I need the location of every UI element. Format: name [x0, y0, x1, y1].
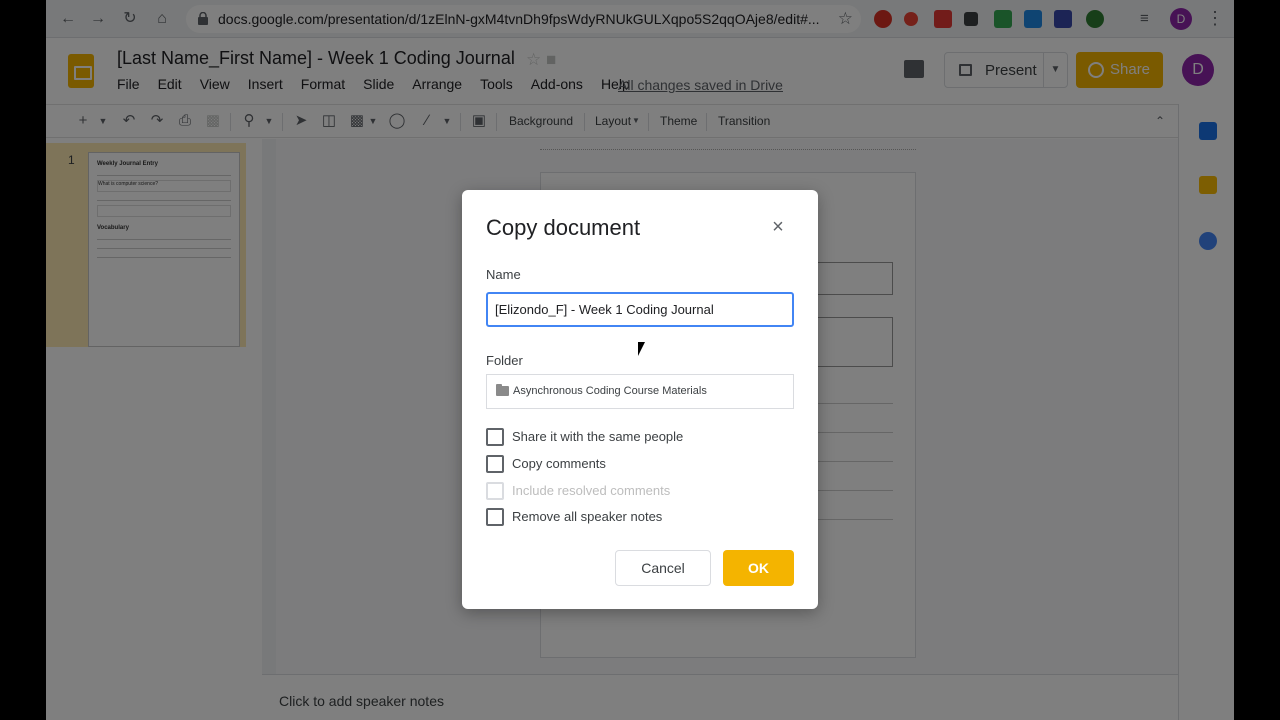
- cancel-button[interactable]: Cancel: [615, 550, 711, 586]
- share-checkbox[interactable]: [486, 428, 504, 446]
- dialog-title: Copy document: [486, 215, 641, 240]
- resolved-comments-checkbox: [486, 482, 504, 500]
- ok-button[interactable]: OK: [723, 550, 794, 586]
- folder-icon: [496, 384, 509, 396]
- resolved-comments-label: Include resolved comments: [512, 483, 671, 498]
- folder-label: Folder: [486, 353, 523, 368]
- remove-notes-checkbox[interactable]: [486, 508, 504, 526]
- browser-window: ← → ↻ ⌂ docs.google.com/presentation/d/1…: [46, 0, 1234, 720]
- copy-comments-label: Copy comments: [512, 456, 606, 471]
- name-label: Name: [486, 267, 521, 282]
- mouse-cursor: [638, 342, 652, 356]
- copy-comments-checkbox[interactable]: [486, 455, 504, 473]
- name-input[interactable]: [486, 292, 794, 327]
- folder-picker[interactable]: Asynchronous Coding Course Materials: [486, 374, 794, 409]
- remove-notes-label: Remove all speaker notes: [512, 509, 663, 524]
- folder-name: Asynchronous Coding Course Materials: [513, 385, 707, 397]
- close-icon[interactable]: ×: [768, 217, 788, 237]
- share-option-label: Share it with the same people: [512, 429, 684, 444]
- copy-document-dialog: Copy document × Name Folder Asynchronous…: [462, 190, 818, 609]
